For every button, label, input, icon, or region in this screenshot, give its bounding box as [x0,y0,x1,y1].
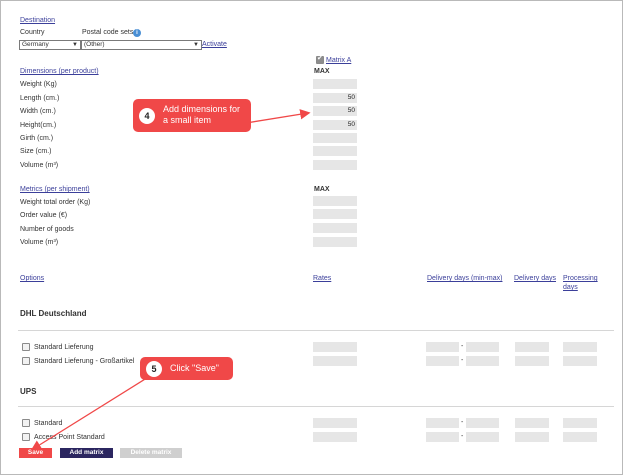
step5-text: Click "Save" [170,363,219,373]
step5-arrow [30,375,151,451]
step4-arrow [245,109,311,124]
step4-number: 4 [139,107,155,124]
step5-callout: 5 Click "Save" [140,357,233,380]
step4-text-line2: a small item [163,115,212,125]
step5-number: 5 [146,360,162,377]
step4-text-line1: Add dimensions for [163,104,241,114]
step4-callout: 4 Add dimensions for a small item [133,99,251,132]
annotation-arrows [30,109,311,451]
